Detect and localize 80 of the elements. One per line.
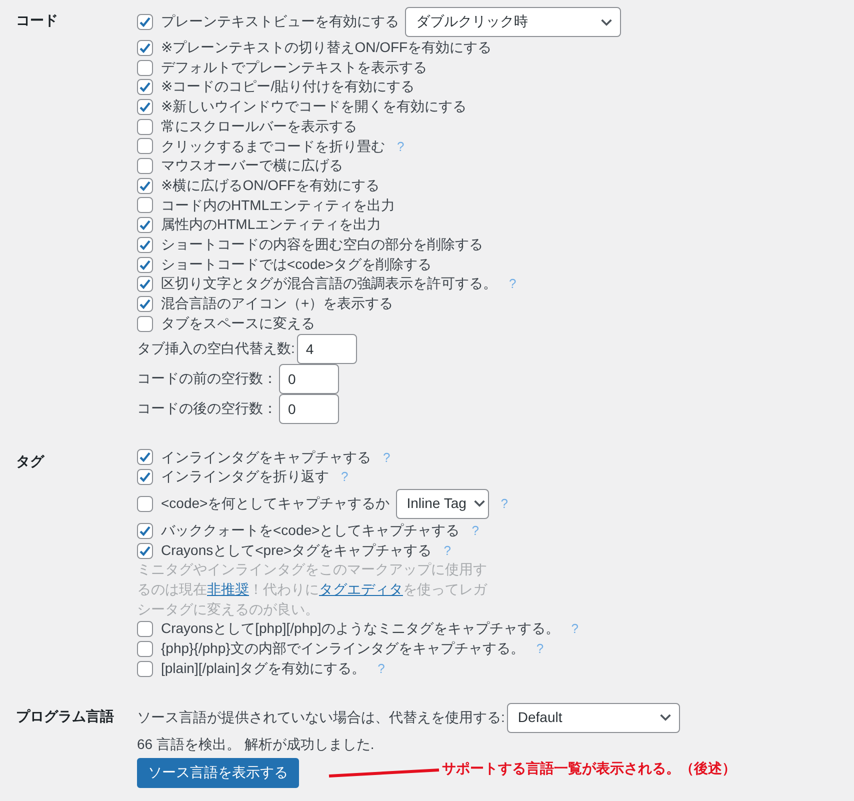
checkbox[interactable] xyxy=(137,79,153,96)
checkbox-label: ※コードのコピー/貼り付けを有効にする xyxy=(161,77,415,96)
checkbox-label: 属性内のHTMLエンティティを出力 xyxy=(161,215,382,234)
checkbox-label: コード内のHTMLエンティティを出力 xyxy=(161,196,396,215)
checkbox-label: {php}{/php}文の内部でインラインタグをキャプチャする。 xyxy=(161,639,524,658)
number-field[interactable]: 4 xyxy=(296,334,357,364)
chevron-icon xyxy=(660,714,671,722)
checkbox[interactable] xyxy=(137,236,153,253)
section-heading: プログラム言語 xyxy=(15,706,115,726)
field-label: コードの前の空行数： xyxy=(137,368,277,388)
field-label: ソース言語が提供されていない場合は、代替えを使用する: xyxy=(137,708,505,727)
help-link[interactable]: ? xyxy=(571,619,579,640)
checkbox-label: クリックするまでコードを折り畳む xyxy=(161,136,385,156)
checkbox[interactable] xyxy=(137,496,153,512)
checkbox[interactable] xyxy=(137,158,153,174)
checkbox[interactable] xyxy=(137,256,153,273)
checkbox-label: 混合言語のアイコン（+）を表示する xyxy=(161,294,394,314)
checkbox[interactable] xyxy=(137,178,153,194)
checkbox[interactable] xyxy=(137,118,153,135)
checkbox[interactable] xyxy=(137,14,153,30)
notice-link[interactable]: 非推奨 xyxy=(207,581,249,598)
dropdown[interactable]: Inline Tag xyxy=(396,488,489,519)
checkbox-label: プレーンテキストビューを有効にする xyxy=(161,12,399,32)
checkbox-label: ショートコードの内容を囲む空白の部分を削除する xyxy=(161,235,483,254)
field-label: タブ挿入の空白代替え数: xyxy=(137,338,295,358)
notice-text: ミニタグやインラインタグをこのマークアップに使用するのは現在非推奨！代わりにタグエディタ を使ってレガシータグに変えるのが良い。 xyxy=(137,560,488,619)
dropdown[interactable]: ダブルクリック時 xyxy=(405,7,621,37)
number-field[interactable]: 0 xyxy=(279,364,339,394)
checkbox[interactable] xyxy=(137,138,153,154)
dropdown[interactable]: Default xyxy=(506,702,680,733)
checkbox[interactable] xyxy=(137,276,153,292)
checkbox-label: インラインタグを折り返す xyxy=(161,467,329,486)
annotation-text: サポートする言語一覧が表示される。（後述） xyxy=(442,759,736,778)
section-heading: コード xyxy=(15,11,59,30)
checkbox-label: ショートコードでは<code>タグを削除する xyxy=(161,254,432,274)
checkbox-label: タブをスペースに変える xyxy=(161,314,315,333)
number-field[interactable]: 0 xyxy=(279,394,339,424)
help-link[interactable]: ? xyxy=(383,448,390,468)
checkbox[interactable] xyxy=(137,621,153,638)
checkbox-label: <code>を何としてキャプチャするか xyxy=(161,494,390,514)
checkbox-label: 常にスクロールバーを表示する xyxy=(161,116,357,136)
checkbox[interactable] xyxy=(137,98,153,115)
help-link[interactable]: ? xyxy=(509,274,516,294)
section-heading: タグ xyxy=(15,452,46,471)
help-link[interactable]: ? xyxy=(341,467,348,487)
status-text: 66 言語を検出。 解析が成功しました. xyxy=(137,734,376,754)
chevron-icon xyxy=(601,18,612,26)
checkbox[interactable] xyxy=(137,217,153,234)
help-link[interactable]: ? xyxy=(397,136,404,156)
checkbox-label: [plain][/plain]タグを有効にする。 xyxy=(161,658,366,678)
help-link[interactable]: ? xyxy=(536,639,544,659)
checkbox[interactable] xyxy=(137,522,153,539)
checkbox-label: バッククォートを<code>としてキャプチャする xyxy=(161,520,460,540)
checkbox[interactable] xyxy=(137,60,153,76)
checkbox-label: ※新しいウインドウでコードを開くを有効にする xyxy=(161,97,467,116)
checkbox-label: ※横に広げるON/OFFを有効にする xyxy=(161,176,380,195)
checkbox[interactable] xyxy=(137,641,153,658)
show-languages-button[interactable]: ソース言語を表示する xyxy=(137,758,299,788)
checkbox-label: Crayonsとして<pre>タグをキャプチャする xyxy=(161,540,432,560)
chevron-icon xyxy=(474,500,486,508)
help-link[interactable]: ? xyxy=(378,658,385,679)
checkbox-label: デフォルトでプレーンテキストを表示する xyxy=(161,58,427,77)
help-link[interactable]: ? xyxy=(500,494,508,514)
checkbox[interactable] xyxy=(137,296,153,312)
help-link[interactable]: ? xyxy=(472,520,479,541)
checkbox[interactable] xyxy=(137,660,153,677)
notice-link[interactable]: タグエディタ xyxy=(319,581,403,598)
checkbox-label: 区切り文字とタグが混合言語の強調表示を許可する。 xyxy=(161,274,497,294)
checkbox[interactable] xyxy=(137,469,153,486)
checkbox[interactable] xyxy=(137,40,153,56)
checkbox-label: マウスオーバーで横に広げる xyxy=(161,156,343,176)
checkbox[interactable] xyxy=(137,449,153,466)
checkbox[interactable] xyxy=(137,542,153,558)
help-link[interactable]: ? xyxy=(444,540,451,560)
checkbox-label: インラインタグをキャプチャする xyxy=(161,448,371,467)
field-label: コードの後の空行数： xyxy=(137,398,277,418)
checkbox[interactable] xyxy=(137,197,153,214)
checkbox[interactable] xyxy=(137,316,153,332)
checkbox-label: ※プレーンテキストの切り替えON/OFFを有効にする xyxy=(161,38,492,57)
checkbox-label: Crayonsとして[php][/php]のようなミニタグをキャプチャする。 xyxy=(161,619,560,638)
